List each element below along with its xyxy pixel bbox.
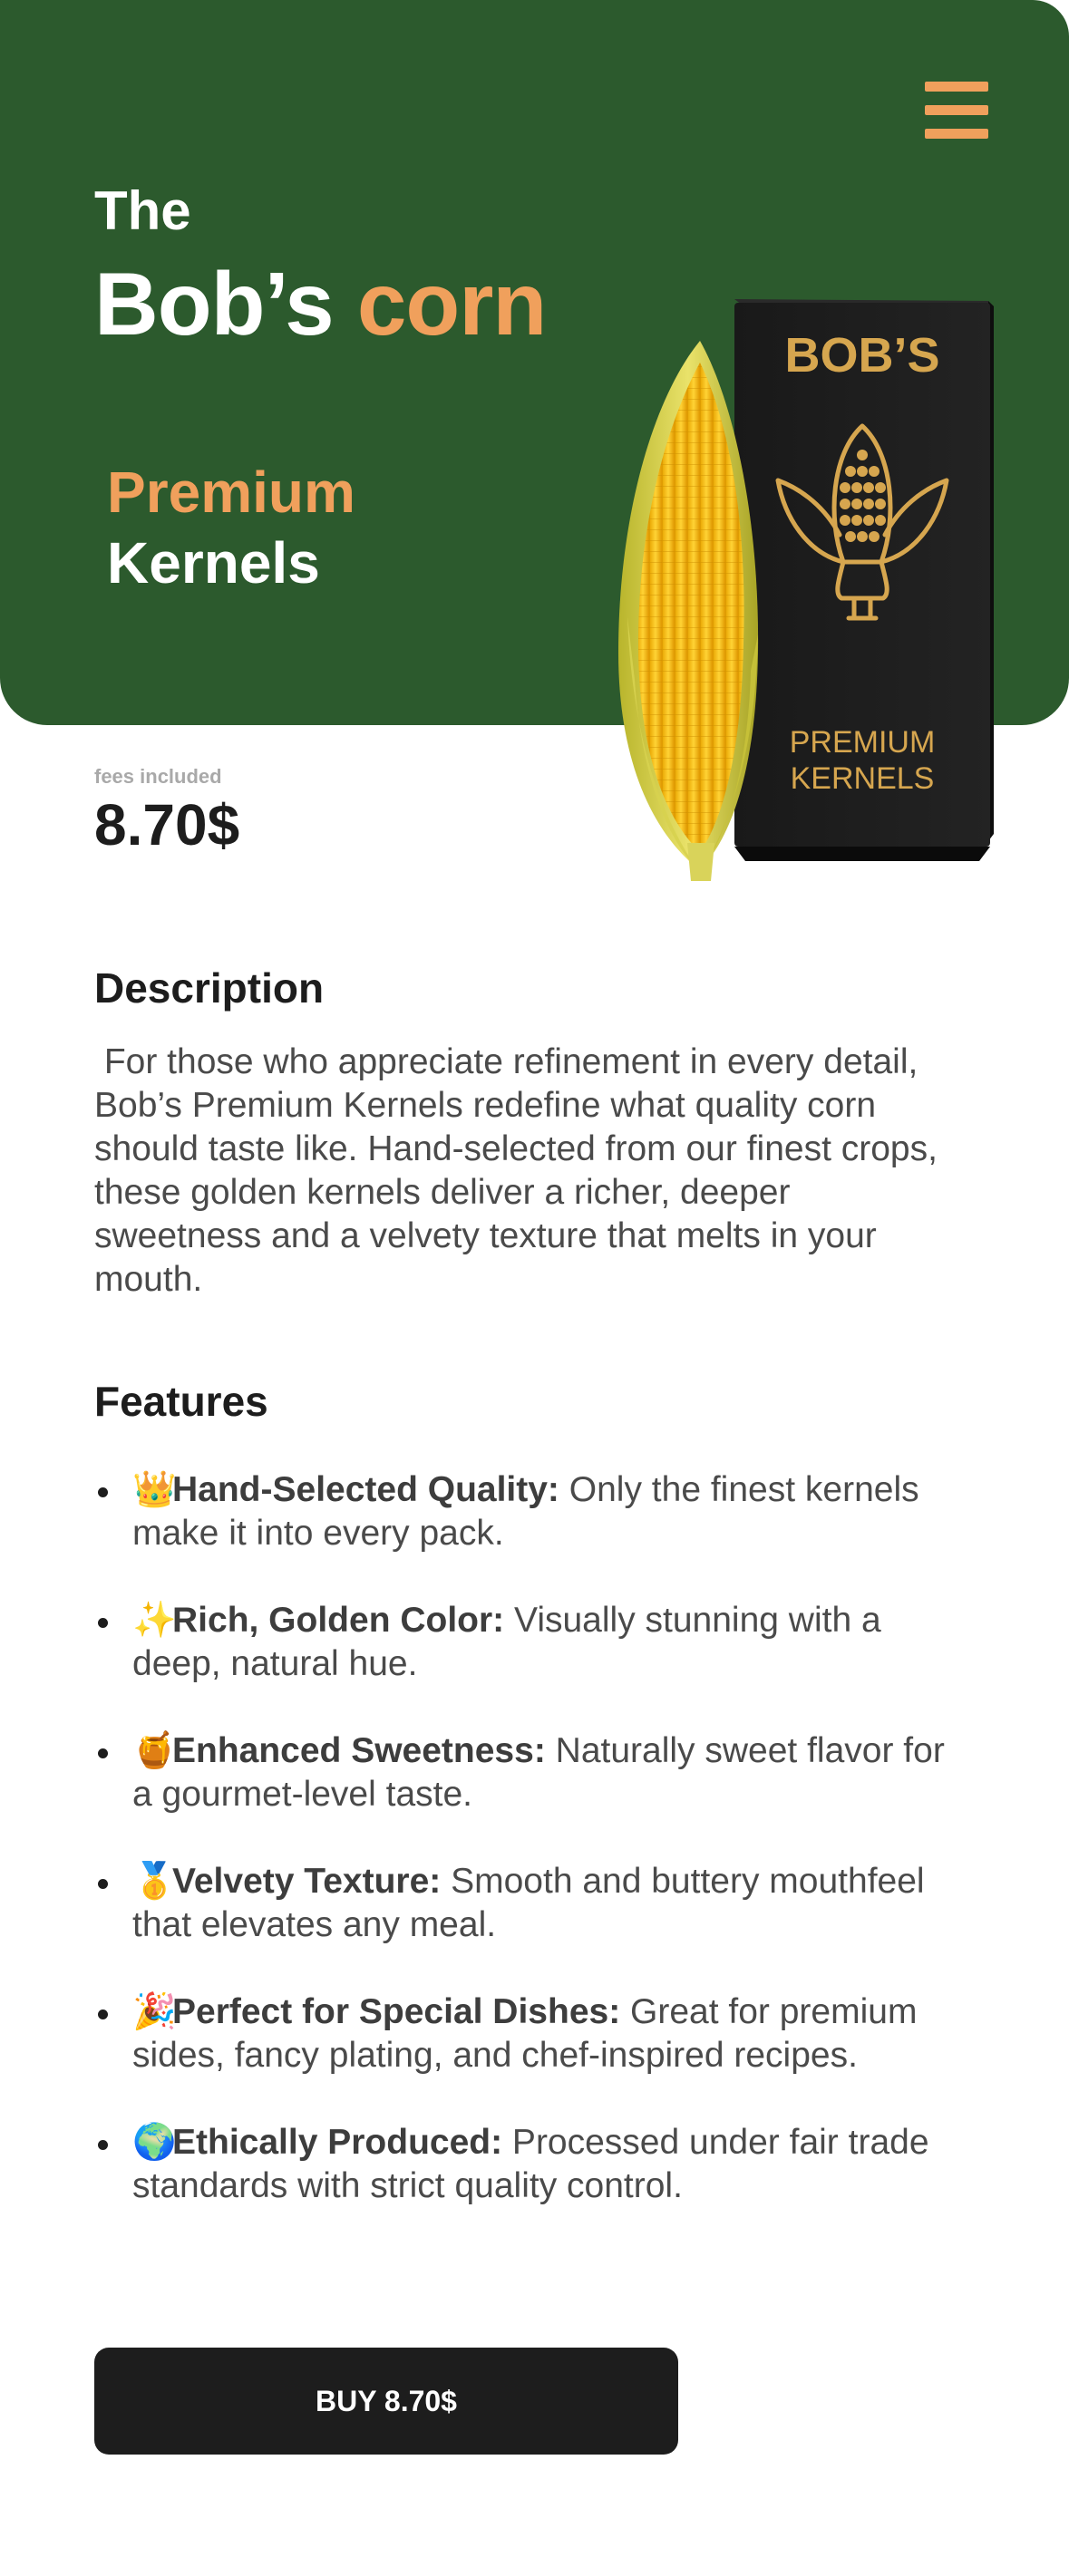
honey-pot-icon: 🍯: [132, 1730, 177, 1771]
hamburger-menu-icon[interactable]: [921, 78, 992, 143]
box-line2-text: KERNELS: [791, 761, 935, 796]
feature-label: Perfect for Special Dishes:: [172, 1992, 621, 2031]
description-body: For those who appreciate refinement in e…: [94, 1042, 948, 1299]
brand-accent: corn: [356, 254, 547, 353]
fees-note: fees included: [94, 765, 222, 788]
crown-icon: 👑: [132, 1469, 177, 1510]
gold-medal-icon: 🥇: [132, 1861, 177, 1902]
party-popper-icon: 🎉: [132, 1991, 177, 2032]
menu-bar: [925, 105, 988, 115]
hero-brand-title: Bob’s corn: [94, 254, 547, 353]
feature-label: Enhanced Sweetness:: [172, 1731, 546, 1770]
product-image: BOB’S PREMIUM KERNELS: [618, 299, 994, 881]
feature-item: 🎉Perfect for Special Dishes: Great for p…: [94, 1990, 965, 2077]
feature-label: Velvety Texture:: [172, 1862, 442, 1901]
brand-name: Bob’s: [94, 254, 335, 353]
globe-icon: 🌍: [132, 2122, 177, 2163]
feature-label: Hand-Selected Quality:: [172, 1470, 559, 1509]
feature-item: 🌍Ethically Produced: Processed under fai…: [94, 2121, 965, 2208]
feature-item: ✨Rich, Golden Color: Visually stunning w…: [94, 1599, 965, 1686]
hero-pre-title: The: [94, 180, 191, 241]
tagline-accent: Premium: [107, 460, 355, 525]
buy-button[interactable]: BUY 8.70$: [94, 2348, 678, 2455]
price: 8.70$: [94, 792, 240, 857]
tagline: Kernels: [107, 530, 320, 596]
box-brand-text: BOB’S: [784, 328, 939, 383]
features-list: 👑Hand-Selected Quality: Only the finest …: [94, 1468, 965, 2252]
box-line1-text: PREMIUM: [790, 725, 936, 760]
feature-item: 🍯Enhanced Sweetness: Naturally sweet fla…: [94, 1729, 965, 1816]
product-box: BOB’S PREMIUM KERNELS: [734, 299, 994, 861]
sparkles-icon: ✨: [132, 1600, 177, 1641]
menu-bar: [925, 82, 988, 92]
feature-item: 👑Hand-Selected Quality: Only the finest …: [94, 1468, 965, 1555]
feature-item: 🥇Velvety Texture: Smooth and buttery mou…: [94, 1860, 965, 1947]
feature-label: Rich, Golden Color:: [172, 1601, 505, 1640]
features-title: Features: [94, 1378, 268, 1425]
description-title: Description: [94, 964, 325, 1012]
menu-bar: [925, 129, 988, 139]
feature-label: Ethically Produced:: [172, 2123, 503, 2162]
